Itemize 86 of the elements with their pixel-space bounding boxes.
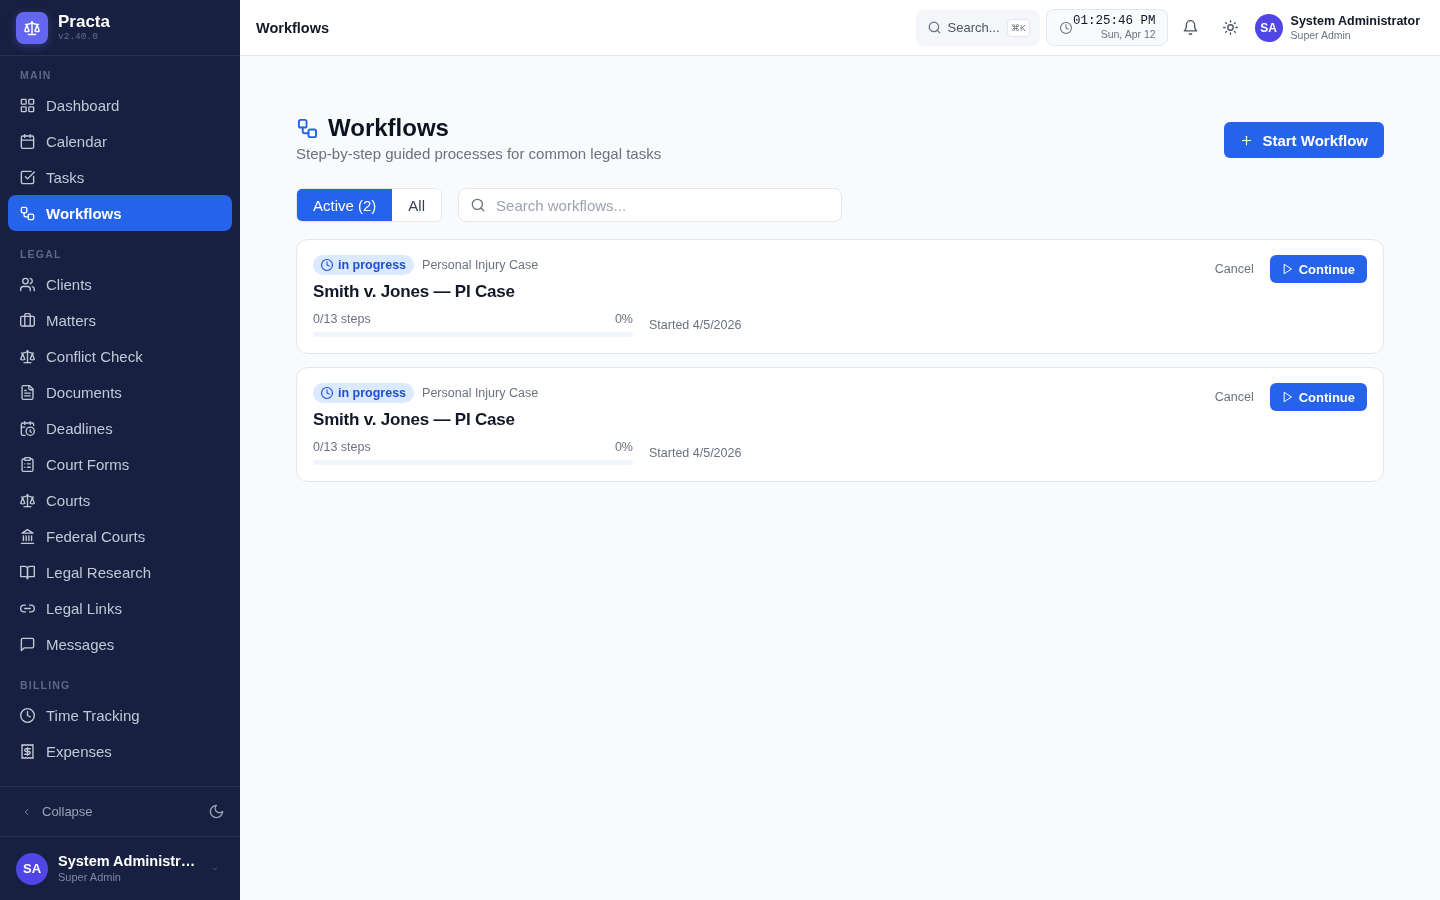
nav-item[interactable]: Tasks xyxy=(8,159,232,195)
nav-item[interactable]: Clients xyxy=(8,266,232,302)
theme-toggle-button[interactable] xyxy=(209,804,224,819)
version-label: v2.40.0 xyxy=(58,30,99,43)
search-button[interactable]: Search... ⌘K xyxy=(915,9,1040,46)
nav-item[interactable]: Dashboard xyxy=(8,87,232,123)
clock-date: Sun, Apr 12 xyxy=(1100,28,1156,41)
page-breadcrumb: Workflows xyxy=(256,19,330,36)
shortcut-key: ⌘K xyxy=(1006,18,1030,37)
user-avatar[interactable]: SA xyxy=(1254,13,1283,42)
nav-item[interactable]: Deadlines xyxy=(8,410,232,446)
template-name: Personal Injury Case xyxy=(422,386,539,400)
checkbox-icon xyxy=(20,169,35,185)
plus-icon xyxy=(1240,133,1254,147)
search-icon xyxy=(927,21,941,34)
moon-icon xyxy=(209,804,224,819)
message-icon xyxy=(20,636,35,652)
nav-item[interactable]: Messages xyxy=(8,626,232,662)
search-icon xyxy=(471,198,486,212)
continue-button[interactable]: Continue xyxy=(1269,255,1367,283)
nav-item[interactable]: Workflows xyxy=(8,195,232,231)
steps-count: 0/13 steps xyxy=(313,440,371,455)
section-label: BILLING xyxy=(19,678,72,692)
nav-item[interactable]: Expenses xyxy=(8,733,232,769)
clock-icon xyxy=(20,707,35,723)
cancel-button[interactable]: Cancel xyxy=(1214,262,1254,276)
continue-button[interactable]: Continue xyxy=(1269,383,1367,411)
calendar-clock-icon xyxy=(20,420,35,436)
play-icon xyxy=(1281,391,1293,403)
workflow-title: Smith v. Jones — PI Case xyxy=(313,282,516,302)
nav-item[interactable]: Documents xyxy=(8,374,232,410)
section-label: MAIN xyxy=(19,68,53,82)
started-date: Started 4/5/2026 xyxy=(649,318,742,332)
nav-item[interactable]: Court Forms xyxy=(8,446,232,482)
nav-item[interactable]: Matters xyxy=(8,302,232,338)
brand-name: Practa xyxy=(58,12,110,31)
section-label: LEGAL xyxy=(19,247,63,261)
sun-icon xyxy=(1223,20,1239,35)
started-date: Started 4/5/2026 xyxy=(649,446,742,460)
template-name: Personal Injury Case xyxy=(422,258,539,272)
start-workflow-button[interactable]: Start Workflow xyxy=(1224,122,1384,158)
grid-icon xyxy=(20,97,35,113)
nav-item[interactable]: Legal Research xyxy=(8,554,232,590)
status-label: in progress xyxy=(338,258,407,272)
clock-icon xyxy=(321,387,333,399)
receipt-icon xyxy=(20,743,35,759)
briefcase-icon xyxy=(20,312,35,328)
logo-icon xyxy=(16,11,48,44)
clock-icon xyxy=(1059,21,1072,34)
user-name: System Administrator xyxy=(1290,13,1420,29)
scale-icon xyxy=(20,492,35,508)
filter-tab[interactable]: Active (2) xyxy=(297,189,393,221)
search-field[interactable]: Search workflows... xyxy=(458,188,843,222)
workflow-title: Smith v. Jones — PI Case xyxy=(313,410,516,430)
nav-item[interactable]: Federal Courts xyxy=(8,518,232,554)
users-icon xyxy=(20,276,35,292)
workflow-icon xyxy=(20,205,35,221)
nav-item[interactable]: Legal Links xyxy=(8,590,232,626)
chevron-down-icon xyxy=(210,865,220,872)
clock-time: 01:25:46 PM xyxy=(1073,14,1156,28)
clock-icon xyxy=(321,259,333,271)
steps-count: 0/13 steps xyxy=(313,312,371,327)
collapse-button[interactable]: Collapse xyxy=(20,797,97,826)
user-role: Super Admin xyxy=(1290,28,1352,42)
user-avatar[interactable]: SA xyxy=(16,852,48,885)
bank-building-icon xyxy=(20,528,35,544)
nav-item[interactable]: Time Tracking xyxy=(8,697,232,733)
workflow-icon xyxy=(297,117,318,139)
calendar-icon xyxy=(20,133,35,149)
nav-item[interactable]: Calendar xyxy=(8,123,232,159)
progress-percent: 0% xyxy=(614,440,633,455)
play-icon xyxy=(1281,263,1293,275)
status-label: in progress xyxy=(338,386,407,400)
bell-icon xyxy=(1183,20,1199,35)
user-name: System Administr… xyxy=(58,853,197,870)
page-subtitle: Step-by-step guided processes for common legal tasks xyxy=(296,144,662,164)
nav-item[interactable]: Conflict Check xyxy=(8,338,232,374)
progress-percent: 0% xyxy=(614,312,633,327)
scale-icon xyxy=(20,348,35,364)
nav-item[interactable]: Courts xyxy=(8,482,232,518)
user-role: Super Admin xyxy=(58,870,122,884)
document-icon xyxy=(20,384,35,400)
clipboard-icon xyxy=(20,456,35,472)
book-icon xyxy=(20,564,35,580)
cancel-button[interactable]: Cancel xyxy=(1214,390,1254,404)
page-title: Workflows xyxy=(328,114,449,142)
